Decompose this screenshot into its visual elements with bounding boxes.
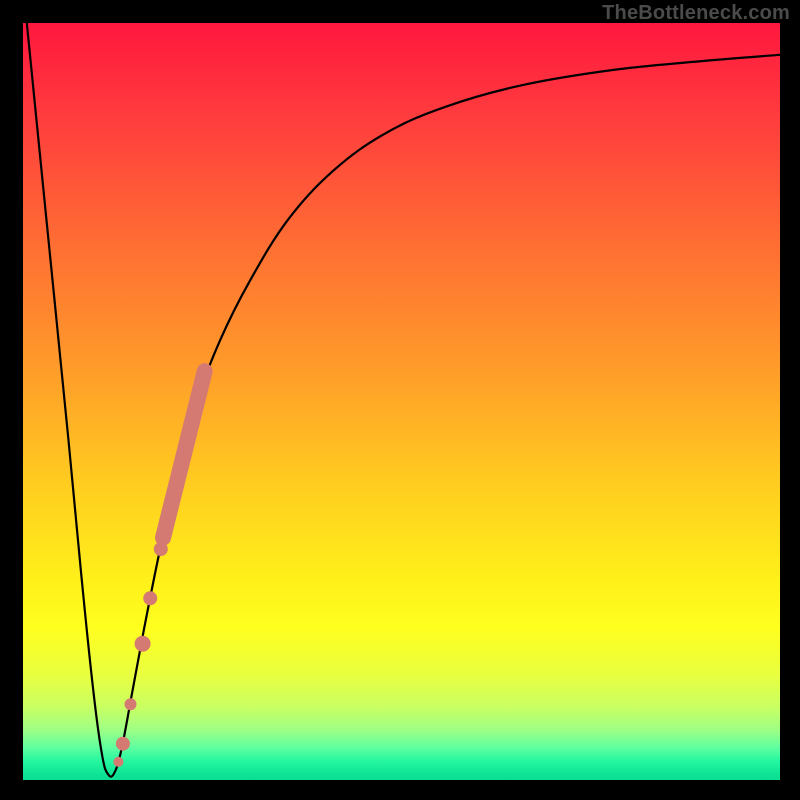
point-a	[154, 542, 168, 556]
point-f	[113, 757, 123, 767]
point-e	[116, 737, 130, 751]
point-c	[135, 636, 151, 652]
point-b	[143, 591, 157, 605]
chart-frame: TheBottleneck.com	[0, 0, 800, 800]
point-d	[125, 698, 137, 710]
chart-svg	[0, 0, 800, 800]
